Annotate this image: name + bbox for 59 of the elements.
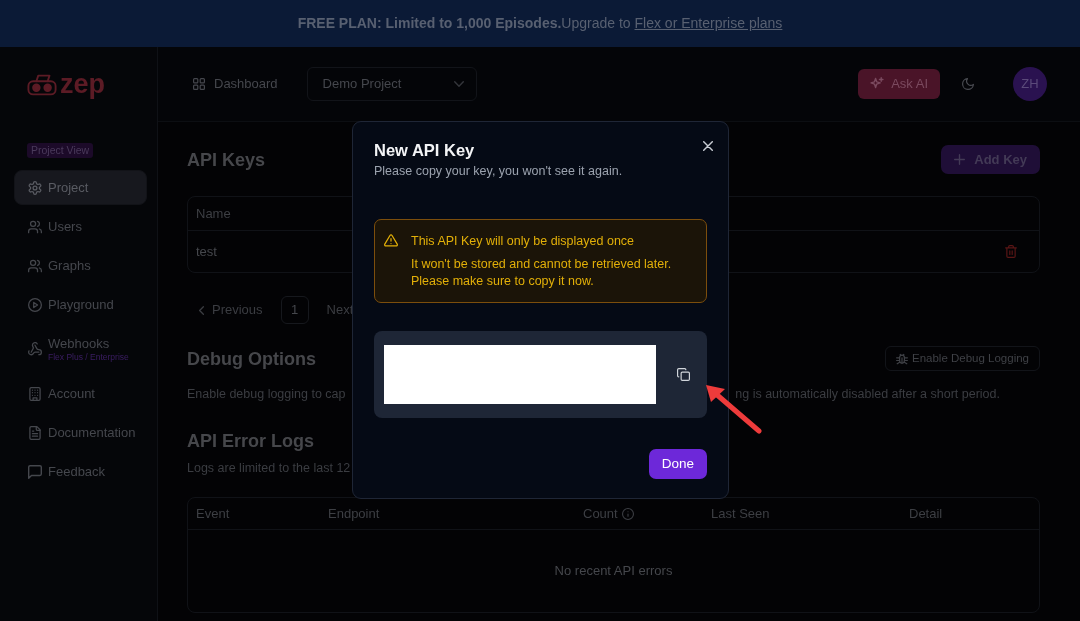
users-icon [28, 219, 42, 234]
project-select[interactable]: Demo Project [306, 67, 477, 101]
copy-icon[interactable] [677, 368, 690, 381]
sidebar-item[interactable]: Users [14, 209, 147, 244]
sidebar-item[interactable]: Project [14, 170, 147, 205]
column-header: Detail [909, 504, 944, 523]
previous-page-link[interactable]: Previous [199, 300, 263, 320]
trash-icon[interactable] [1005, 245, 1017, 258]
section-title: Debug Options [187, 347, 316, 370]
logs-note-text: Logs are limited to the last 12 [187, 460, 351, 477]
column-header: Event [196, 504, 231, 523]
user-avatar[interactable]: ZH [1013, 67, 1047, 101]
sidebar-item[interactable]: Graphs [14, 248, 147, 283]
sidebar-item[interactable]: Feedback [14, 454, 147, 489]
chevron-left-icon [199, 305, 204, 315]
column-header: Last Seen [711, 504, 771, 523]
sparkle-icon [870, 77, 885, 91]
sidebar-item[interactable]: Documentation [14, 415, 147, 450]
annotation-arrow [706, 385, 762, 434]
sidebar-item[interactable]: Webhooks Flex Plus / Enterprise [14, 326, 147, 372]
empty-state-text: No recent API errors [554, 562, 673, 581]
dashboard-link[interactable]: Dashboard [193, 74, 278, 94]
play-circle-icon [28, 297, 42, 312]
building-icon [28, 386, 42, 401]
column-header: Endpoint [328, 504, 381, 523]
upgrade-link[interactable]: Flex or Enterprise plans [634, 15, 783, 31]
done-button[interactable]: Done [648, 449, 707, 479]
enable-debug-button[interactable]: Enable Debug Logging [884, 346, 1040, 371]
banner-text: FREE PLAN: Limited to 1,000 Episodes.Upgrade to Flex or Enterprise plans [297, 14, 783, 33]
chevron-down-icon [453, 81, 464, 87]
moon-icon[interactable] [962, 78, 974, 90]
alert-text: It won't be stored and cannot be retrieved later. Please make sure to copy it now. [411, 256, 673, 290]
description-text: Enable debug logging to cap [187, 386, 346, 403]
robot-logo-icon [27, 73, 57, 96]
next-page-link[interactable]: Next [326, 300, 354, 320]
grid-icon [193, 78, 205, 90]
sidebar-item[interactable]: Playground [14, 287, 147, 322]
warning-icon [384, 234, 398, 247]
chat-icon [28, 464, 42, 479]
section-title: API Keys [187, 148, 266, 171]
description-text: ng is automatically disabled after a short period. [735, 386, 1000, 403]
section-title: API Error Logs [187, 430, 315, 452]
users-icon [28, 258, 42, 273]
alert-title: This API Key will only be displayed once [411, 233, 636, 250]
info-icon[interactable] [621, 507, 634, 520]
dialog-title: New API Key [374, 140, 476, 161]
page-link[interactable]: 1 [280, 296, 309, 324]
column-header: Count [583, 504, 618, 523]
gear-icon [28, 180, 42, 195]
sidebar-item[interactable]: Account [14, 376, 147, 411]
dialog-subtitle: Please copy your key, you won't see it again. [374, 163, 623, 180]
bug-icon [895, 352, 908, 365]
logo-text: zep [60, 71, 105, 98]
table-cell-text: test [196, 242, 217, 261]
document-icon [28, 425, 42, 440]
column-header: Name [196, 204, 231, 223]
close-icon[interactable] [703, 141, 713, 151]
plus-icon [954, 154, 966, 165]
webhook-icon [28, 342, 42, 356]
